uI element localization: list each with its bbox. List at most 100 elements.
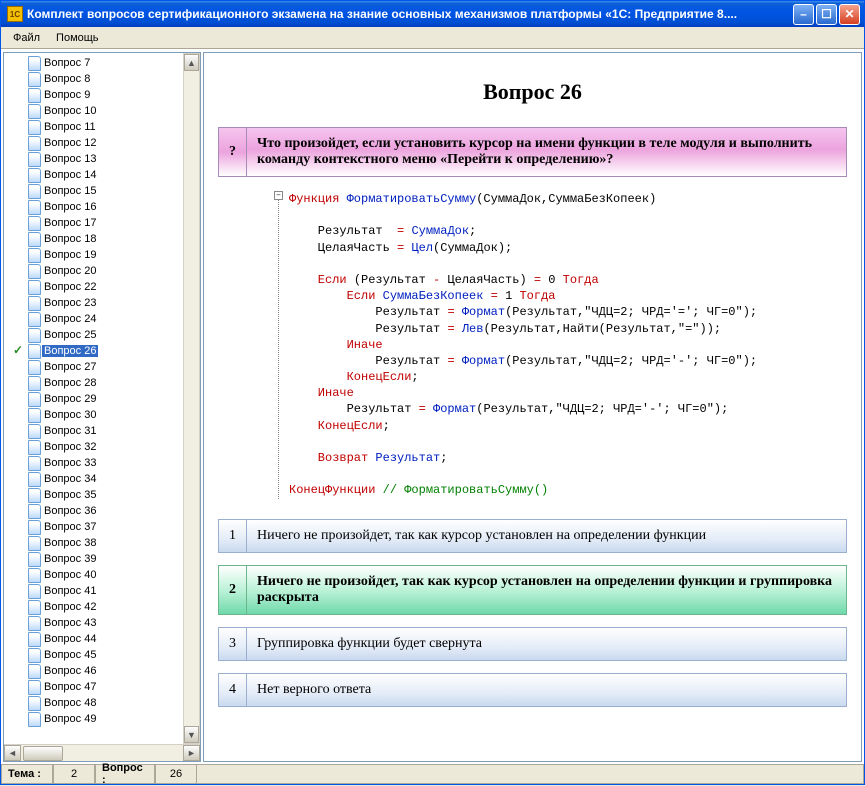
scroll-up-button[interactable]: ▲ xyxy=(184,54,199,71)
tree-item-label: Вопрос 33 xyxy=(42,457,98,469)
tree-item-question[interactable]: Вопрос 8 xyxy=(4,71,183,87)
menu-help[interactable]: Помощь xyxy=(48,30,107,46)
tree-item-question[interactable]: Вопрос 38 xyxy=(4,535,183,551)
tree-item-label: Вопрос 44 xyxy=(42,633,98,645)
tree-item-question[interactable]: Вопрос 16 xyxy=(4,199,183,215)
answer-option[interactable]: 1Ничего не произойдет, так как курсор ус… xyxy=(218,519,847,553)
statusbar: Тема : 2 Вопрос : 26 xyxy=(1,764,864,784)
tree-item-label: Вопрос 27 xyxy=(42,361,98,373)
tree-item-question[interactable]: Вопрос 12 xyxy=(4,135,183,151)
tree-item-question[interactable]: Вопрос 45 xyxy=(4,647,183,663)
tree-item-label: Вопрос 39 xyxy=(42,553,98,565)
app-window: 1C Комплект вопросов сертификационного э… xyxy=(0,0,865,785)
tree-item-label: Вопрос 32 xyxy=(42,441,98,453)
tree-item-question[interactable]: Вопрос 27 xyxy=(4,359,183,375)
answer-option[interactable]: 3Группировка функции будет свернута xyxy=(218,627,847,661)
tree-item-question[interactable]: Вопрос 9 xyxy=(4,87,183,103)
tree-item-question[interactable]: Вопрос 17 xyxy=(4,215,183,231)
tree-item-label: Вопрос 7 xyxy=(42,57,92,69)
menu-file[interactable]: Файл xyxy=(5,30,48,46)
tree-item-question[interactable]: Вопрос 35 xyxy=(4,487,183,503)
tree-item-question[interactable]: Вопрос 20 xyxy=(4,263,183,279)
question-tree[interactable]: Вопрос 7 Вопрос 8 Вопрос 9 Вопрос 10 Вопрос … xyxy=(4,53,183,744)
hscroll-thumb[interactable] xyxy=(23,746,63,761)
tree-item-label: Вопрос 13 xyxy=(42,153,98,165)
tree-item-question[interactable]: Вопрос 43 xyxy=(4,615,183,631)
tree-item-question[interactable]: Вопрос 23 xyxy=(4,295,183,311)
tree-item-question[interactable]: Вопрос 25 xyxy=(4,327,183,343)
code-line: Результат = СуммаДок; xyxy=(289,223,847,239)
tree-item-question[interactable]: Вопрос 39 xyxy=(4,551,183,567)
tree-item-question[interactable]: Вопрос 15 xyxy=(4,183,183,199)
tree-item-question[interactable]: Вопрос 46 xyxy=(4,663,183,679)
tree-item-label: Вопрос 18 xyxy=(42,233,98,245)
tree-item-label: Вопрос 25 xyxy=(42,329,98,341)
tree-item-label: Вопрос 9 xyxy=(42,89,92,101)
tree-item-question[interactable]: Вопрос 11 xyxy=(4,119,183,135)
tree-item-question[interactable]: Вопрос 40 xyxy=(4,567,183,583)
tree-item-question[interactable]: Вопрос 13 xyxy=(4,151,183,167)
code-line: Результат = Формат(Результат,"ЧДЦ=2; ЧРД… xyxy=(289,401,847,417)
status-spacer xyxy=(197,765,864,784)
close-button[interactable]: ✕ xyxy=(839,4,860,25)
tree-item-question[interactable]: Вопрос 26 xyxy=(4,343,183,359)
tree-item-question[interactable]: Вопрос 28 xyxy=(4,375,183,391)
tree-horizontal-scrollbar[interactable]: ◄ ► xyxy=(4,744,200,761)
tree-item-question[interactable]: Вопрос 24 xyxy=(4,311,183,327)
answer-option[interactable]: 2Ничего не произойдет, так как курсор ус… xyxy=(218,565,847,615)
tree-item-question[interactable]: Вопрос 19 xyxy=(4,247,183,263)
tree-item-question[interactable]: Вопрос 10 xyxy=(4,103,183,119)
titlebar[interactable]: 1C Комплект вопросов сертификационного э… xyxy=(1,1,864,27)
tree-item-question[interactable]: Вопрос 22 xyxy=(4,279,183,295)
answer-number: 1 xyxy=(219,520,247,552)
tree-item-question[interactable]: Вопрос 7 xyxy=(4,55,183,71)
tree-item-question[interactable]: Вопрос 33 xyxy=(4,455,183,471)
question-box: ? Что произойдет, если установить курсор… xyxy=(218,127,847,177)
scroll-right-button[interactable]: ► xyxy=(183,745,200,761)
tree-item-question[interactable]: Вопрос 36 xyxy=(4,503,183,519)
code-listing: – Функция ФорматироватьСумму(СуммаДок,Су… xyxy=(278,191,847,499)
answer-option[interactable]: 4Нет верного ответа xyxy=(218,673,847,707)
tree-item-label: Вопрос 42 xyxy=(42,601,98,613)
tree-item-question[interactable]: Вопрос 14 xyxy=(4,167,183,183)
tree-item-question[interactable]: Вопрос 34 xyxy=(4,471,183,487)
scroll-left-button[interactable]: ◄ xyxy=(4,745,21,761)
tree-item-label: Вопрос 38 xyxy=(42,537,98,549)
tree-item-question[interactable]: Вопрос 31 xyxy=(4,423,183,439)
tree-item-question[interactable]: Вопрос 47 xyxy=(4,679,183,695)
scroll-track[interactable] xyxy=(184,71,199,726)
maximize-button[interactable]: ☐ xyxy=(816,4,837,25)
code-line: КонецЕсли; xyxy=(289,369,847,385)
code-line xyxy=(289,207,847,223)
question-content: Вопрос 26 ? Что произойдет, если установ… xyxy=(203,52,862,762)
answer-number: 4 xyxy=(219,674,247,706)
app-icon: 1C xyxy=(7,6,23,22)
tree-item-question[interactable]: Вопрос 18 xyxy=(4,231,183,247)
question-marker: ? xyxy=(219,128,247,176)
tree-item-question[interactable]: Вопрос 29 xyxy=(4,391,183,407)
tree-item-label: Вопрос 29 xyxy=(42,393,98,405)
tree-item-question[interactable]: Вопрос 49 xyxy=(4,711,183,727)
collapse-toggle-icon[interactable]: – xyxy=(274,191,283,200)
tree-item-label: Вопрос 30 xyxy=(42,409,98,421)
tree-item-question[interactable]: Вопрос 48 xyxy=(4,695,183,711)
hscroll-track[interactable] xyxy=(21,745,183,761)
tree-item-question[interactable]: Вопрос 32 xyxy=(4,439,183,455)
tree-item-question[interactable]: Вопрос 30 xyxy=(4,407,183,423)
question-text: Что произойдет, если установить курсор н… xyxy=(247,128,846,176)
code-line: Возврат Результат; xyxy=(289,450,847,466)
tree-item-label: Вопрос 49 xyxy=(42,713,98,725)
tree-item-label: Вопрос 8 xyxy=(42,73,92,85)
tree-vertical-scrollbar[interactable]: ▲ ▼ xyxy=(183,53,200,744)
minimize-button[interactable]: – xyxy=(793,4,814,25)
tree-item-question[interactable]: Вопрос 42 xyxy=(4,599,183,615)
tree-item-question[interactable]: Вопрос 44 xyxy=(4,631,183,647)
tree-item-label: Вопрос 43 xyxy=(42,617,98,629)
tree-item-label: Вопрос 28 xyxy=(42,377,98,389)
scroll-down-button[interactable]: ▼ xyxy=(184,726,199,743)
tree-item-question[interactable]: Вопрос 37 xyxy=(4,519,183,535)
tree-item-label: Вопрос 10 xyxy=(42,105,98,117)
tree-item-question[interactable]: Вопрос 41 xyxy=(4,583,183,599)
code-line: Иначе xyxy=(289,385,847,401)
code-line: Результат = Формат(Результат,"ЧДЦ=2; ЧРД… xyxy=(289,353,847,369)
